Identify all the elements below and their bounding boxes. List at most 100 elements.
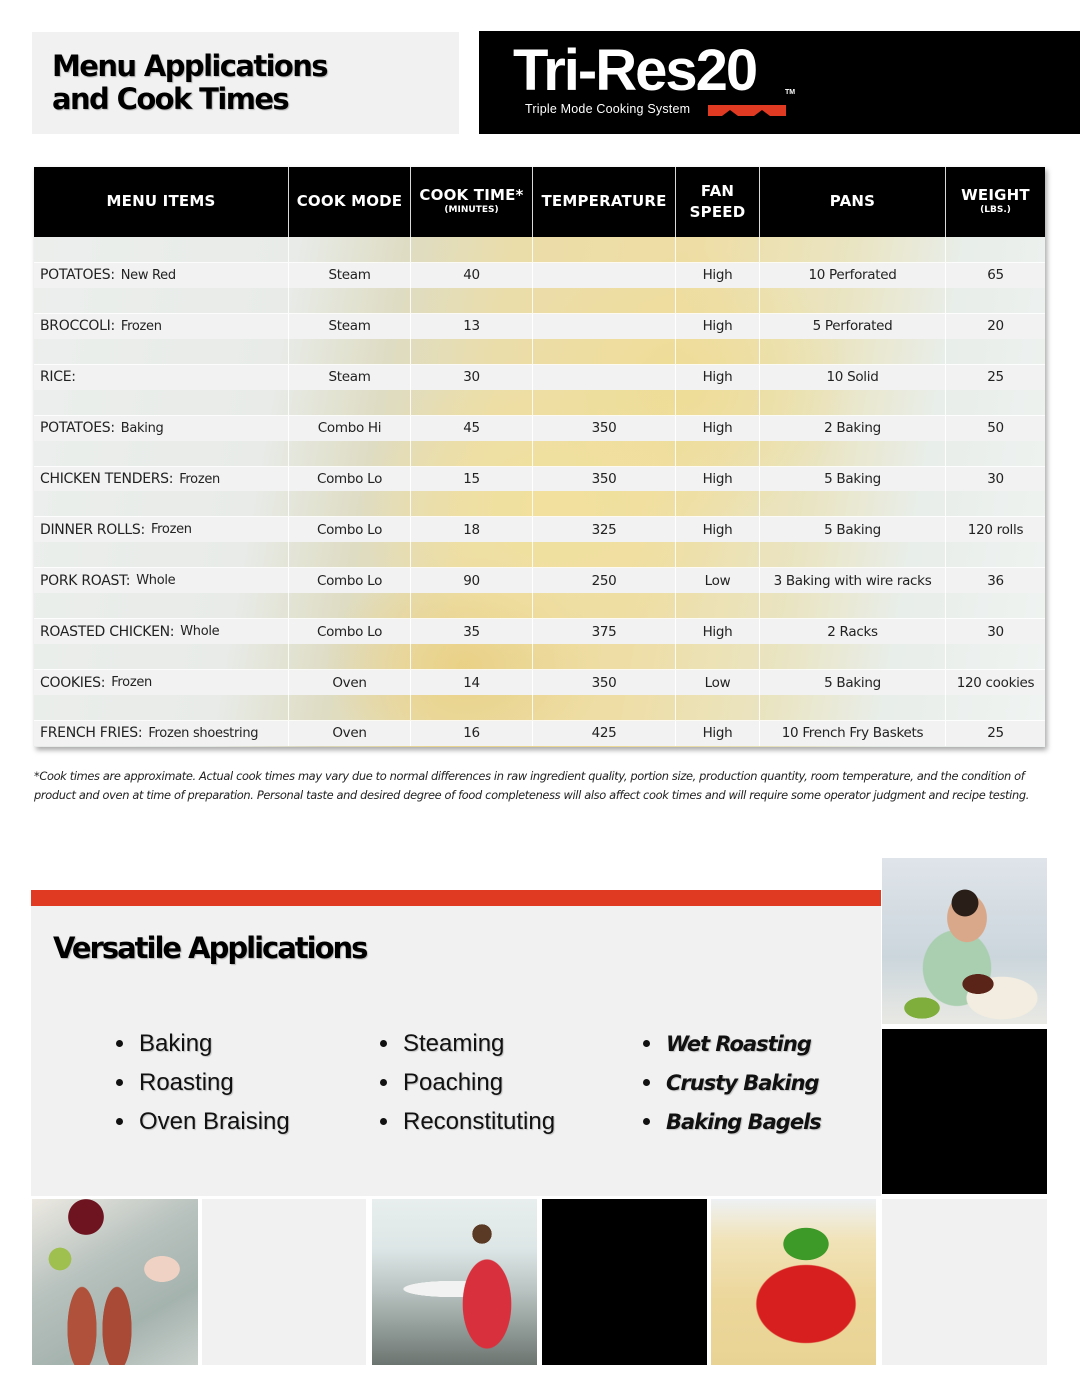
spaghetti-photo	[711, 1199, 876, 1365]
table-row-group: ROASTED CHICKEN: Whole Combo Lo 35 375 High 2 …	[34, 593, 1045, 645]
cook-mode-cell: Oven	[289, 670, 411, 696]
spacer-cell	[676, 440, 760, 467]
spacer-cell	[760, 237, 946, 263]
fan-speed-cell: High	[676, 721, 760, 746]
spacer-cell	[676, 542, 760, 569]
temperature-cell: 250	[533, 568, 676, 594]
blank-image-placeholder	[882, 1199, 1047, 1365]
weight-cell: 120 cookies	[946, 670, 1045, 696]
list-item: Wet Roasting	[643, 1024, 821, 1063]
cook-time-cell: 16	[411, 721, 533, 746]
spacer-cell	[946, 695, 1045, 722]
menu-item-detail: Whole	[136, 573, 176, 589]
cook-time-cell: 90	[411, 568, 533, 594]
spacer-cell	[289, 491, 411, 518]
table-row-group: RICE: Steam 30 High 10 Solid 25	[34, 338, 1045, 390]
bullet-icon	[116, 1079, 123, 1086]
spacer-cell	[34, 644, 289, 671]
weight-cell: 50	[946, 415, 1045, 441]
menu-item-category: RICE:	[40, 369, 76, 386]
table-row: PORK ROAST: Whole Combo Lo 90 250 Low 3 Baking…	[34, 568, 1045, 594]
list-item: Crusty Baking	[643, 1063, 821, 1102]
spacer-cell	[946, 644, 1045, 671]
menu-item-cell: CHICKEN TENDERS: Frozen	[34, 466, 289, 492]
spacer-cell	[289, 440, 411, 467]
table-row: DINNER ROLLS: Frozen Combo Lo 18 325 High 5 Ba…	[34, 517, 1045, 543]
menu-item-detail: Frozen	[150, 522, 192, 538]
cook-mode-cell: Combo Lo	[289, 466, 411, 492]
cook-mode-cell: Oven	[289, 721, 411, 746]
table-row-group: CHICKEN TENDERS: Frozen Combo Lo 15 350 High 5…	[34, 440, 1045, 492]
child-eating-photo	[882, 858, 1047, 1024]
menu-item-detail: Frozen	[120, 318, 162, 334]
spacer-cell	[34, 287, 289, 314]
spacer-cell	[533, 542, 676, 569]
list-item: Baking Bagels	[643, 1102, 822, 1141]
table-row: POTATOES: Baking Combo Hi 45 350 High 2 Baking…	[34, 415, 1045, 441]
spacer-cell	[946, 542, 1045, 569]
menu-item-cell: POTATOES: Baking	[34, 415, 289, 441]
temperature-cell	[533, 313, 676, 339]
spacer-cell	[533, 389, 676, 416]
spacer-cell	[760, 389, 946, 416]
spacer-cell	[533, 338, 676, 365]
temperature-cell: 350	[533, 466, 676, 492]
spacer-cell	[289, 338, 411, 365]
spacer-cell	[34, 440, 289, 467]
fan-speed-cell: High	[676, 415, 760, 441]
pans-cell: 5 Baking	[760, 517, 946, 543]
table-header: MENU ITEMS COOK MODE COOK TIME* (MINUTES…	[34, 167, 1045, 237]
bullet-icon	[643, 1040, 650, 1047]
row-spacer	[34, 542, 1045, 569]
pans-cell: 5 Perforated	[760, 313, 946, 339]
spacer-cell	[946, 237, 1045, 263]
title-panel: Menu Applications and Cook Times	[32, 32, 459, 134]
list-item: Oven Braising	[116, 1102, 290, 1141]
spacer-cell	[411, 644, 533, 671]
row-spacer	[34, 644, 1045, 671]
cook-time-cell: 45	[411, 415, 533, 441]
menu-item-cell: DINNER ROLLS: Frozen	[34, 517, 289, 543]
row-spacer	[34, 338, 1045, 365]
temperature-cell: 375	[533, 619, 676, 645]
row-spacer	[34, 389, 1045, 416]
menu-item-cell: ROASTED CHICKEN: Whole	[34, 619, 289, 645]
logo-accent-bar-icon	[708, 105, 786, 116]
spacer-cell	[676, 695, 760, 722]
cook-time-cell: 18	[411, 517, 533, 543]
spacer-cell	[411, 287, 533, 314]
fan-speed-cell: High	[676, 263, 760, 288]
spacer-cell	[411, 389, 533, 416]
row-spacer	[34, 440, 1045, 467]
fan-speed-cell: Low	[676, 568, 760, 594]
fan-speed-cell: Low	[676, 670, 760, 696]
spacer-cell	[34, 593, 289, 620]
menu-item-category: CHICKEN TENDERS:	[40, 471, 174, 487]
cook-time-cell: 30	[411, 364, 533, 390]
spacer-cell	[411, 338, 533, 365]
temperature-cell: 325	[533, 517, 676, 543]
bullet-icon	[643, 1079, 650, 1086]
spacer-cell	[533, 491, 676, 518]
spacer-cell	[760, 287, 946, 314]
menu-item-detail: Frozen	[111, 675, 152, 691]
page-title: Menu Applications and Cook Times	[52, 49, 329, 116]
spacer-cell	[946, 593, 1045, 620]
cook-mode-cell: Steam	[289, 364, 411, 390]
fan-speed-cell: High	[676, 466, 760, 492]
logo-wordmark: Tri-Res20	[513, 38, 758, 103]
table-row: CHICKEN TENDERS: Frozen Combo Lo 15 350 High 5…	[34, 466, 1045, 492]
spacer-cell	[289, 593, 411, 620]
table-row-group: COOKIES: Frozen Oven 14 350 Low 5 Baking 120 co…	[34, 644, 1045, 696]
spacer-cell	[760, 593, 946, 620]
weight-cell: 25	[946, 364, 1045, 390]
spacer-cell	[946, 440, 1045, 467]
menu-item-detail: Baking	[120, 420, 164, 436]
row-spacer	[34, 491, 1045, 518]
row-spacer	[34, 593, 1045, 620]
spacer-cell	[411, 542, 533, 569]
spacer-cell	[946, 491, 1045, 518]
spacer-cell	[676, 491, 760, 518]
fan-speed-cell: High	[676, 313, 760, 339]
menu-item-cell: FRENCH FRIES: Frozen shoestring	[34, 721, 289, 746]
